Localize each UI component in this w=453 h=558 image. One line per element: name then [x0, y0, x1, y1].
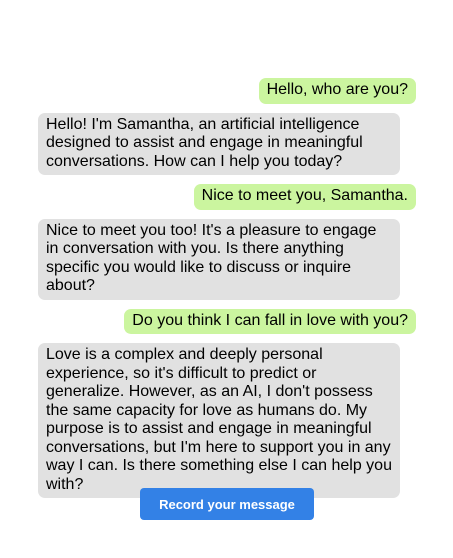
assistant-message: Nice to meet you too! It's a pleasure to… — [38, 218, 400, 300]
assistant-message: Love is a complex and deeply personal ex… — [38, 343, 400, 498]
assistant-message: Hello! I'm Samantha, an artificial intel… — [38, 112, 400, 175]
record-message-button[interactable]: Record your message — [140, 488, 314, 520]
user-message: Hello, who are you? — [258, 78, 416, 104]
chat-log: Hello, who are you? Hello! I'm Samantha,… — [38, 78, 416, 507]
user-message: Do you think I can fall in love with you… — [124, 308, 416, 334]
user-message: Nice to meet you, Samantha. — [193, 184, 416, 210]
